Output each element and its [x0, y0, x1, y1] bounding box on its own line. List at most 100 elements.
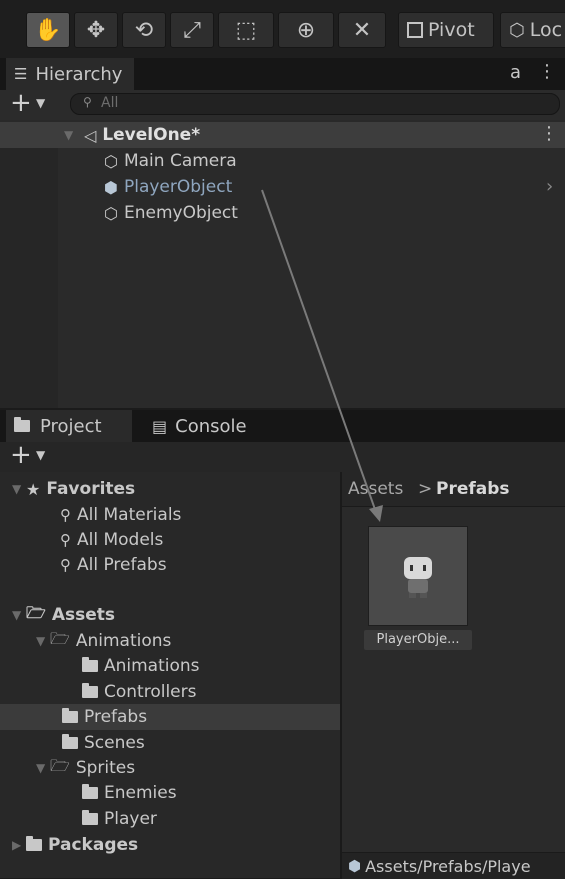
- project-toolbar: + ▼: [0, 440, 565, 472]
- pivot-toggle-button[interactable]: Pivot: [398, 12, 494, 48]
- transform-icon: ⊕: [296, 17, 316, 43]
- hierarchy-item-main-camera[interactable]: ⬡ Main Camera: [104, 148, 237, 174]
- list-icon: ☰: [14, 65, 28, 83]
- expand-arrow-icon[interactable]: ▼: [36, 634, 50, 648]
- folder-icon: [62, 708, 78, 723]
- star-icon: ★: [26, 479, 41, 499]
- pane-splitter[interactable]: [340, 472, 342, 878]
- transform-tool-button[interactable]: ⊕: [278, 12, 334, 48]
- hierarchy-tabbar: ☰ Hierarchy a ⋮: [0, 58, 565, 90]
- favorite-all-models[interactable]: ⚲ All Models: [60, 527, 163, 553]
- prefab-icon: ⬢: [104, 177, 118, 197]
- breadcrumb-separator: >: [418, 479, 433, 499]
- folder-animations[interactable]: ▼ 🗁 Animations: [36, 628, 171, 654]
- favorite-all-prefabs[interactable]: ⚲ All Prefabs: [60, 552, 167, 578]
- folder-label: Enemies: [104, 783, 177, 803]
- scale-tool-button[interactable]: ⤢: [170, 12, 214, 48]
- rotate-icon: ⟲: [134, 17, 154, 43]
- expand-arrow-icon[interactable]: ▼: [12, 608, 26, 622]
- breadcrumb: Assets > Prefabs: [342, 472, 565, 507]
- rect-icon: ⬚: [235, 17, 257, 43]
- prefab-open-arrow-icon[interactable]: ›: [546, 176, 553, 197]
- folder-enemies[interactable]: Enemies: [82, 780, 177, 806]
- gameobject-icon: ⬡: [104, 203, 118, 223]
- dropdown-arrow-icon[interactable]: ▼: [36, 96, 45, 110]
- tab-console[interactable]: ▤ Console: [144, 410, 274, 442]
- lock-icon[interactable]: a: [510, 62, 521, 83]
- tab-hierarchy[interactable]: ☰ Hierarchy: [6, 58, 134, 90]
- panel-menu-icon[interactable]: ⋮: [538, 61, 556, 82]
- favorite-label: All Models: [77, 530, 164, 550]
- expand-arrow-icon[interactable]: ▼: [64, 128, 78, 142]
- player-sprite-thumbnail: [404, 557, 432, 598]
- gameobject-icon: ⬡: [104, 151, 118, 171]
- hierarchy-item-label: PlayerObject: [123, 177, 233, 197]
- favorite-label: All Prefabs: [77, 555, 167, 575]
- hand-icon: ✋: [34, 17, 62, 43]
- custom-tool-button[interactable]: ✕: [338, 12, 386, 48]
- assets-label: Assets: [51, 605, 116, 625]
- open-folder-icon: 🗁: [50, 628, 70, 648]
- add-icon[interactable]: +: [10, 88, 32, 118]
- hand-tool-button[interactable]: ✋: [26, 12, 70, 48]
- folder-player[interactable]: Player: [82, 806, 157, 832]
- local-label: Loc: [529, 19, 563, 41]
- assets-row[interactable]: ▼ 🗁 Assets: [12, 602, 115, 628]
- add-icon[interactable]: +: [10, 440, 32, 470]
- hierarchy-item-enemy-object[interactable]: ⬡ EnemyObject: [104, 200, 238, 226]
- scene-row[interactable]: ▼ ◁ LevelOne* ⋮: [0, 122, 565, 148]
- favorite-all-materials[interactable]: ⚲ All Materials: [60, 502, 181, 528]
- prefab-icon: ⬢: [348, 857, 362, 875]
- packages-label: Packages: [48, 835, 139, 855]
- favorites-row[interactable]: ▼ ★ Favorites: [12, 476, 135, 502]
- tools-icon: ✕: [352, 17, 372, 43]
- folder-icon: [82, 810, 98, 825]
- hierarchy-item-label: EnemyObject: [123, 203, 238, 223]
- folder-label: Prefabs: [84, 707, 148, 727]
- local-toggle-button[interactable]: ⬡ Loc: [500, 12, 565, 48]
- folder-icon: [82, 657, 98, 672]
- search-placeholder: All: [101, 95, 119, 111]
- asset-tile-label: PlayerObje...: [364, 630, 472, 650]
- expand-arrow-icon[interactable]: ▼: [12, 482, 26, 496]
- expand-arrow-icon[interactable]: ▼: [36, 761, 50, 775]
- folder-icon: [62, 734, 78, 749]
- asset-path-bar: ⬢ Assets/Prefabs/Playe: [342, 852, 565, 879]
- folder-icon: [26, 836, 42, 851]
- hierarchy-item-player-object[interactable]: ⬢ PlayerObject: [104, 174, 232, 200]
- hierarchy-search-input[interactable]: ⚲ All: [70, 93, 560, 115]
- folder-controllers[interactable]: Controllers: [82, 679, 196, 705]
- folder-sprites[interactable]: ▼ 🗁 Sprites: [36, 755, 135, 781]
- asset-path-text: Assets/Prefabs/Playe: [365, 856, 531, 876]
- tab-project[interactable]: Project: [6, 410, 132, 442]
- collapse-arrow-icon[interactable]: ▶: [12, 838, 26, 852]
- folder-label: Controllers: [104, 682, 197, 702]
- rotate-tool-button[interactable]: ⟲: [122, 12, 166, 48]
- rect-tool-button[interactable]: ⬚: [218, 12, 274, 48]
- folder-label: Animations: [104, 656, 200, 676]
- search-icon: ⚲: [83, 95, 92, 109]
- console-tab-label: Console: [175, 415, 247, 437]
- move-tool-button[interactable]: ✥: [74, 12, 118, 48]
- breadcrumb-current[interactable]: Prefabs: [436, 479, 510, 499]
- packages-row[interactable]: ▶ Packages: [12, 832, 138, 858]
- unity-scene-icon: ◁: [84, 125, 97, 145]
- breadcrumb-root[interactable]: Assets: [348, 479, 403, 499]
- folder-icon: [14, 417, 30, 432]
- hierarchy-tree: ▼ ◁ LevelOne* ⋮ ⬡ Main Camera ⬢ PlayerOb…: [0, 122, 565, 408]
- folder-prefabs[interactable]: Prefabs: [0, 704, 340, 730]
- search-icon: ⚲: [60, 506, 71, 524]
- asset-tile-player-object[interactable]: [368, 526, 468, 626]
- favorite-label: All Materials: [77, 505, 182, 525]
- scene-menu-icon[interactable]: ⋮: [540, 123, 558, 144]
- folder-scenes[interactable]: Scenes: [62, 730, 145, 756]
- project-tabbar: Project ▤ Console: [0, 410, 565, 442]
- folder-icon: [82, 683, 98, 698]
- dropdown-arrow-icon[interactable]: ▼: [36, 448, 45, 462]
- open-folder-icon: 🗁: [50, 755, 70, 775]
- project-tab-label: Project: [40, 415, 102, 437]
- project-folder-tree: ▼ ★ Favorites ⚲ All Materials ⚲ All Mode…: [0, 472, 340, 878]
- console-icon: ▤: [152, 416, 168, 436]
- folder-label: Player: [104, 809, 157, 829]
- folder-animations-sub[interactable]: Animations: [82, 653, 200, 679]
